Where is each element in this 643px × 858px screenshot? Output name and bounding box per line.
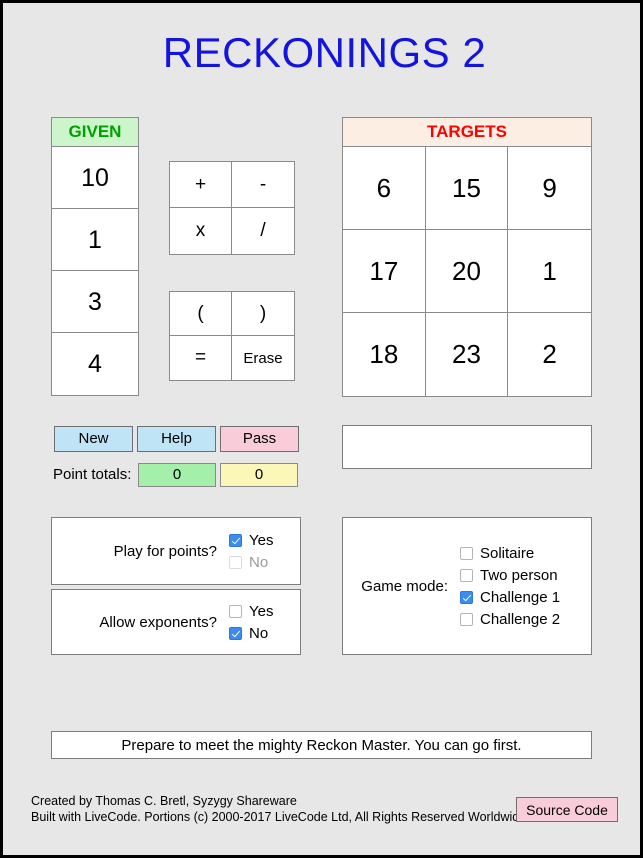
target-number-cell[interactable]: 15: [425, 147, 509, 230]
point-totals-label: Point totals:: [53, 466, 132, 483]
checkbox-row[interactable]: Solitaire: [460, 544, 560, 563]
expression-input[interactable]: [342, 425, 592, 469]
operator-button[interactable]: x: [170, 208, 232, 254]
game-mode-label: Game mode:: [361, 577, 448, 595]
checkbox-label: Challenge 2: [480, 610, 561, 628]
page-title: RECKONINGS 2: [162, 29, 487, 76]
operator-button[interactable]: +: [170, 162, 232, 208]
operator-button[interactable]: /: [232, 208, 294, 254]
target-number-cell[interactable]: 23: [425, 313, 509, 396]
checkbox-row[interactable]: Challenge 2: [460, 610, 560, 629]
checkbox-row[interactable]: Two person: [460, 566, 560, 585]
operator-button[interactable]: ): [232, 292, 294, 336]
targets-panel: TARGETS 6 15 9 17 20 1 18 23 2: [342, 117, 592, 397]
given-number-cell[interactable]: 1: [52, 209, 138, 271]
checkbox-label: Solitaire: [480, 544, 535, 562]
source-code-button[interactable]: Source Code: [516, 797, 618, 822]
checkbox-empty-icon: [229, 555, 242, 569]
given-number-cell[interactable]: 4: [52, 333, 138, 395]
given-panel: GIVEN 10 1 3 4: [51, 117, 139, 396]
checkbox-empty-icon[interactable]: [460, 546, 473, 560]
given-header: GIVEN: [51, 117, 139, 147]
target-number-cell[interactable]: 6: [343, 147, 426, 230]
allow-exponents-choices: Yes No: [229, 602, 273, 643]
operator-button[interactable]: Erase: [232, 336, 294, 380]
targets-header: TARGETS: [342, 117, 592, 147]
checkbox-empty-icon[interactable]: [460, 612, 473, 626]
target-number-cell[interactable]: 9: [508, 147, 591, 230]
given-list: 10 1 3 4: [51, 147, 139, 396]
targets-grid: 6 15 9 17 20 1 18 23 2: [342, 147, 592, 397]
pass-button[interactable]: Pass: [220, 426, 299, 452]
checkbox-checked-icon[interactable]: [460, 590, 473, 604]
checkbox-row[interactable]: Yes: [229, 602, 273, 621]
opponent-score-box: 0: [220, 463, 298, 487]
given-number-cell[interactable]: 10: [52, 147, 138, 209]
operator-button[interactable]: (: [170, 292, 232, 336]
checkbox-row: No: [229, 553, 273, 572]
given-number-cell[interactable]: 3: [52, 271, 138, 333]
target-number-cell[interactable]: 17: [343, 230, 426, 313]
player-score-box: 0: [138, 463, 216, 487]
game-mode-choices: Solitaire Two person Challenge 1 Challenge …: [460, 544, 560, 629]
new-button[interactable]: New: [54, 426, 133, 452]
checkbox-empty-icon[interactable]: [460, 568, 473, 582]
play-for-points-choices: Yes No: [229, 531, 273, 572]
game-mode-panel: Game mode: Solitaire Two person Challenge …: [342, 517, 592, 655]
operator-pad-grouping: () = Erase: [169, 291, 295, 381]
checkbox-empty-icon[interactable]: [229, 604, 242, 618]
operator-pad-arithmetic: + - x /: [169, 161, 295, 255]
target-number-cell[interactable]: 18: [343, 313, 426, 396]
target-number-cell[interactable]: 20: [425, 230, 509, 313]
app-window: RECKONINGS 2 GIVEN 10 1 3 4 + - x / () = Erase T…: [0, 0, 643, 858]
checkbox-label: Challenge 1: [480, 588, 561, 606]
target-number-cell[interactable]: 2: [508, 313, 591, 396]
checkbox-label: Two person: [480, 566, 558, 584]
operator-button[interactable]: -: [232, 162, 294, 208]
checkbox-row[interactable]: No: [229, 624, 273, 643]
checkbox-label: No: [249, 624, 269, 642]
target-number-cell[interactable]: 1: [508, 230, 591, 313]
checkbox-label: Yes: [249, 602, 274, 620]
allow-exponents-panel: Allow exponents? Yes No: [51, 589, 301, 655]
checkbox-label: No: [249, 553, 269, 571]
credits-line-1: Created by Thomas C. Bretl, Syzygy Share…: [31, 794, 297, 808]
operator-button[interactable]: =: [170, 336, 232, 380]
status-message: Prepare to meet the mighty Reckon Master…: [51, 731, 592, 759]
play-for-points-label: Play for points?: [113, 542, 217, 560]
help-button[interactable]: Help: [137, 426, 216, 452]
checkbox-checked-icon[interactable]: [229, 533, 242, 547]
allow-exponents-label: Allow exponents?: [99, 613, 217, 631]
credits-line-2: Built with LiveCode. Portions (c) 2000-2…: [31, 810, 530, 824]
play-for-points-panel: Play for points? Yes No: [51, 517, 301, 585]
checkbox-row[interactable]: Challenge 1: [460, 588, 560, 607]
checkbox-label: Yes: [249, 531, 274, 549]
checkbox-row[interactable]: Yes: [229, 531, 273, 550]
checkbox-checked-icon[interactable]: [229, 626, 242, 640]
